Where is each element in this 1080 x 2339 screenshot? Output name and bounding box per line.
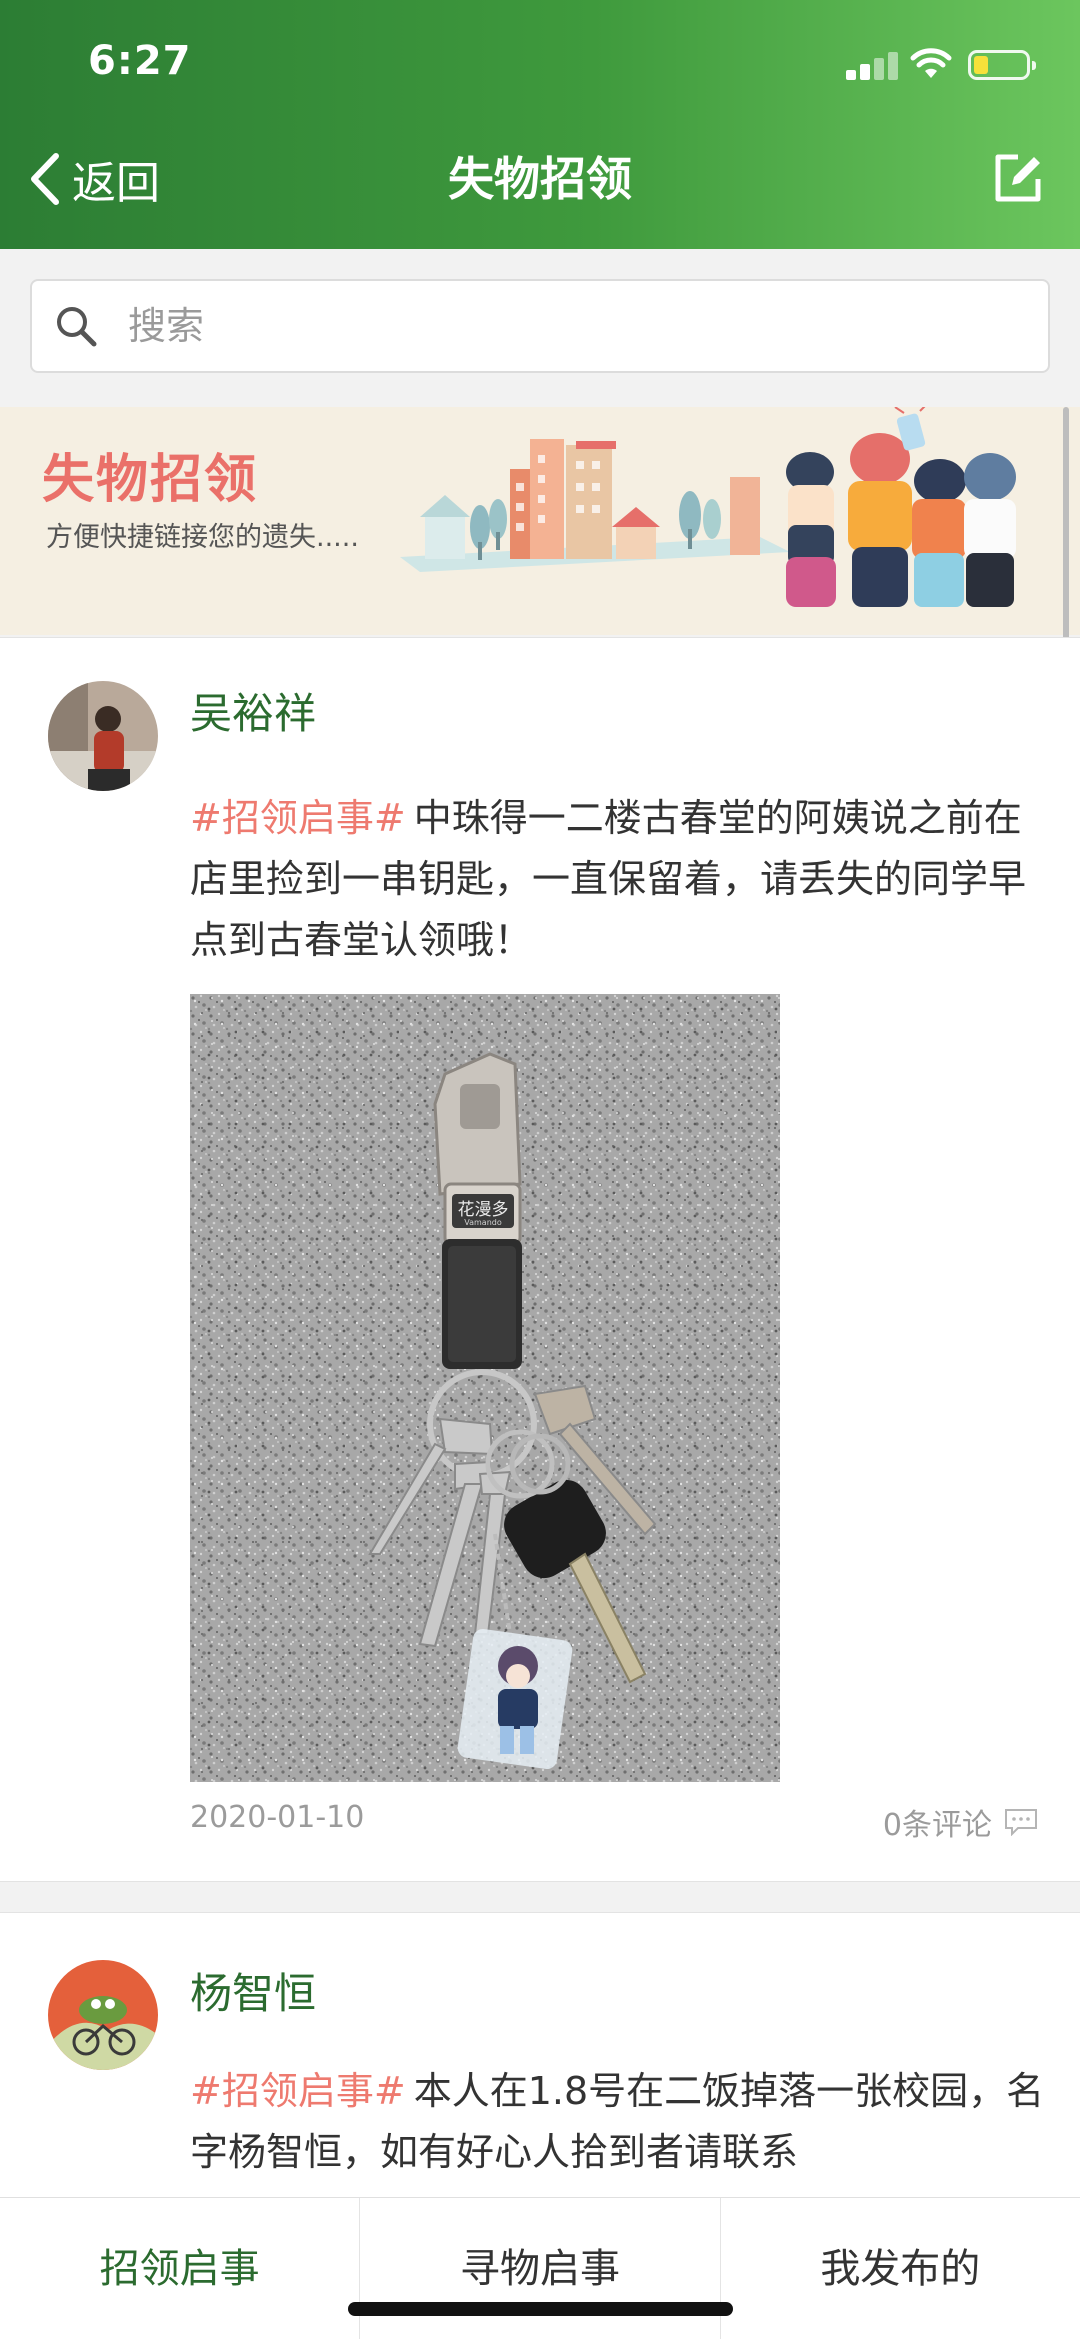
- comment-count-label: 0条评论: [882, 1808, 992, 1843]
- author-name[interactable]: 吴裕祥: [190, 680, 316, 741]
- scrollbar[interactable]: [1063, 407, 1069, 647]
- chevron-left-icon: [31, 153, 59, 205]
- search-box[interactable]: [30, 279, 1050, 373]
- avatar[interactable]: [48, 1960, 158, 2070]
- tab-found-notices[interactable]: 招领启事: [0, 2198, 361, 2339]
- header-bar: 6:27 返回 失物招领: [0, 0, 1080, 249]
- svg-text:Vamando: Vamando: [464, 1218, 502, 1227]
- tab-my-posts[interactable]: 我发布的: [721, 2198, 1080, 2339]
- post-text: #招领启事# 中珠得一二楼古春堂的阿姨说之前在店里捡到一串钥匙，一直保留着，请丢失…: [190, 788, 1050, 971]
- tab-bar: 招领启事 寻物启事 我发布的: [0, 2197, 1080, 2339]
- status-time: 6:27: [88, 38, 192, 84]
- battery-icon: [968, 50, 1036, 80]
- author-name[interactable]: 杨智恒: [190, 1960, 316, 2021]
- svg-text:花漫多: 花漫多: [458, 1200, 509, 1220]
- tab-lost-notices[interactable]: 寻物启事: [360, 2198, 721, 2339]
- search-icon: [57, 307, 97, 347]
- banner-subtitle: 方便快捷链接您的遗失.....: [46, 522, 359, 553]
- cellular-signal-icon: [846, 50, 898, 80]
- comment-count[interactable]: 0条评论: [883, 1800, 1038, 1844]
- page-title: 失物招领: [448, 152, 632, 206]
- home-indicator: [348, 2302, 733, 2316]
- post-text: #招领启事# 本人在1.8号在二饭掉落一张校园，名字杨智恒，如有好心人拾到者请联系: [190, 2061, 1050, 2183]
- search-section: [0, 249, 1080, 407]
- post-card[interactable]: 杨智恒 #招领启事# 本人在1.8号在二饭掉落一张校园，名字杨智恒，如有好心人拾到…: [0, 1912, 1080, 2198]
- comment-icon: [1005, 1809, 1037, 1836]
- edit-icon[interactable]: [990, 151, 1046, 207]
- keychain-brand-mark: 花漫多 Vamando: [452, 1194, 514, 1228]
- post-date: 2020-01-10: [190, 1800, 365, 1835]
- back-label: 返回: [72, 158, 160, 209]
- wifi-icon: [910, 48, 952, 78]
- post-photo[interactable]: 花漫多 Vamando: [190, 994, 780, 1782]
- avatar[interactable]: [48, 681, 158, 791]
- post-tag[interactable]: #招领启事#: [190, 2069, 406, 2113]
- post-tag[interactable]: #招领启事#: [190, 796, 406, 840]
- search-input[interactable]: [128, 304, 1028, 348]
- back-button[interactable]: 返回: [26, 148, 160, 210]
- banner-title: 失物招领: [42, 450, 259, 510]
- post-card[interactable]: 吴裕祥 #招领启事# 中珠得一二楼古春堂的阿姨说之前在店里捡到一串钥匙，一直保留着…: [0, 637, 1080, 1882]
- banner: 失物招领 方便快捷链接您的遗失.....: [0, 407, 1080, 635]
